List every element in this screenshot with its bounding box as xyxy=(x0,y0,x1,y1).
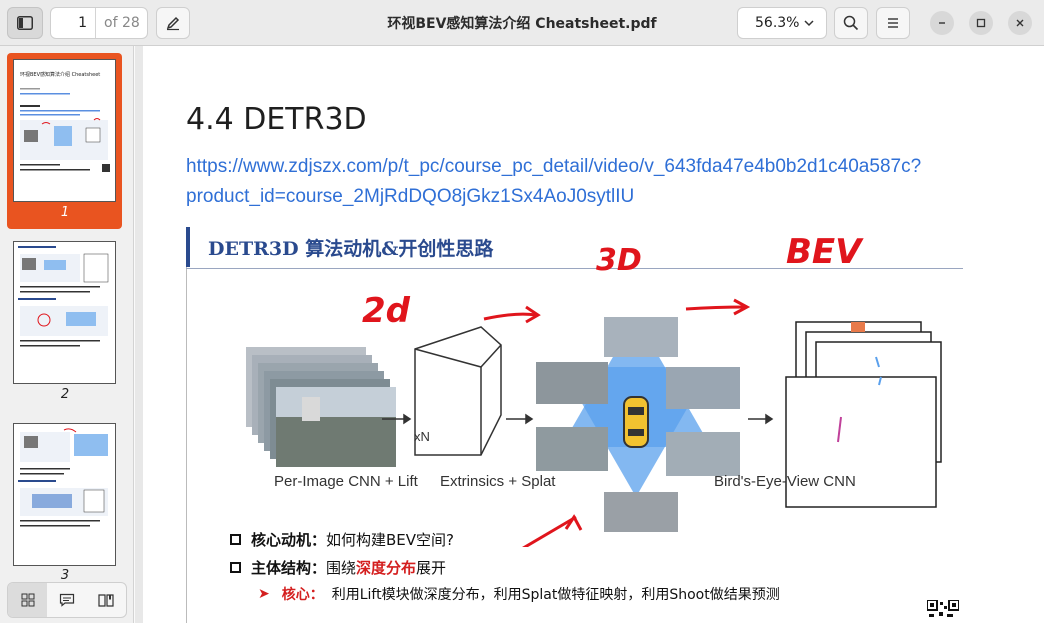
bullet-label: 核心动机： xyxy=(251,531,327,549)
page-thumbnail-1[interactable]: 环视BEV感知算法介绍 Cheatsheet xyxy=(13,59,116,202)
caption-bev-cnn: Bird's-Eye-View CNN xyxy=(714,473,856,490)
bullet-text: 如何构建BEV空间? xyxy=(326,531,455,549)
close-button[interactable] xyxy=(1008,11,1032,35)
chevron-down-icon xyxy=(804,20,814,27)
architecture-diagram xyxy=(246,298,942,547)
handwritten-3d: 3D xyxy=(596,243,642,278)
slide-title: DETR3D 算法动机&开创性思路 xyxy=(208,238,494,260)
thumbnail-number-3: 3 xyxy=(60,568,70,583)
bullet-highlight: 深度分布 xyxy=(356,559,417,577)
thumbnails-view-button[interactable] xyxy=(8,583,48,617)
document-page: 4.4 DETR3D https://www.zdjszx.com/p/t_pc… xyxy=(143,46,1044,623)
close-icon xyxy=(1016,19,1024,27)
handwritten-2d: 2d xyxy=(362,291,410,331)
car-icon xyxy=(623,396,649,448)
bullet-label: 核心： xyxy=(281,587,324,603)
thumbnail-preview xyxy=(18,246,109,347)
input-image-stack xyxy=(246,347,396,467)
thumbnail-title: 环视BEV感知算法介绍 Cheatsheet xyxy=(20,71,100,78)
page-thumbnail-3[interactable] xyxy=(13,423,116,566)
zoom-select[interactable]: 56.3% xyxy=(737,7,827,39)
bev-highlight xyxy=(851,322,865,332)
header-bar: 1 of 28 环视BEV感知算法介绍 Cheatsheet.pdf 56.3% xyxy=(0,0,1044,46)
page-count: of 28 xyxy=(104,15,140,31)
sidebar-toggle-button[interactable] xyxy=(7,7,43,39)
bullet-core: ➤ 核心： 利用Lift模块做深度分布，利用Splat做特征映射，利用Shoot… xyxy=(258,584,780,604)
checkbox-icon xyxy=(230,534,241,545)
section-heading: 4.4 DETR3D xyxy=(186,102,367,137)
minimize-icon xyxy=(939,22,945,24)
current-page[interactable]: 1 xyxy=(51,15,95,31)
annotations-view-button[interactable] xyxy=(47,583,86,617)
search-icon xyxy=(843,15,859,31)
page-thumbnail-2[interactable] xyxy=(13,241,116,384)
hamburger-icon xyxy=(888,18,898,28)
bullet-text-after: 展开 xyxy=(416,559,447,577)
embedded-slide: DETR3D 算法动机&开创性思路 2d 3D BEV xN Per-Image… xyxy=(186,227,963,623)
sidebar-icon xyxy=(17,16,33,30)
sidebar-view-switcher xyxy=(7,582,127,618)
thumbnail-preview xyxy=(18,428,108,527)
grid-icon xyxy=(21,593,35,607)
zoom-value: 56.3% xyxy=(755,15,800,31)
qr-code-icon xyxy=(927,600,959,617)
pen-icon xyxy=(166,16,180,31)
search-button[interactable] xyxy=(834,7,868,39)
annotate-button[interactable] xyxy=(156,7,190,39)
bullet-motivation: 核心动机： 如何构建BEV空间? xyxy=(230,529,454,550)
caption-extrinsics-splat: Extrinsics + Splat xyxy=(440,473,556,490)
menu-button[interactable] xyxy=(876,7,910,39)
maximize-button[interactable] xyxy=(969,11,993,35)
slide-title-bar xyxy=(186,227,190,267)
document-title: 环视BEV感知算法介绍 Cheatsheet.pdf xyxy=(387,16,657,32)
sidebar-divider[interactable] xyxy=(135,46,143,623)
caption-per-image-cnn: Per-Image CNN + Lift xyxy=(274,473,418,490)
course-link[interactable]: https://www.zdjszx.com/p/t_pc/course_pc_… xyxy=(186,152,976,212)
book-icon xyxy=(98,594,114,607)
handwritten-bev: BEV xyxy=(786,232,862,272)
bookmarks-view-button[interactable] xyxy=(87,583,126,617)
thumbnail-sidebar: 环视BEV感知算法介绍 Cheatsheet 1 2 3 xyxy=(0,46,134,623)
xn-label: xN xyxy=(414,429,430,444)
bullet-label: 主体结构： xyxy=(251,559,327,577)
checkbox-icon xyxy=(230,562,241,573)
bullet-text: 围绕 xyxy=(326,559,357,577)
minimize-button[interactable] xyxy=(930,11,954,35)
thumbnail-number-2: 2 xyxy=(60,387,70,402)
thumbnail-number-1: 1 xyxy=(60,205,70,220)
arrow-right-icon: ➤ xyxy=(258,586,270,602)
bullet-text: 利用Lift模块做深度分布，利用Splat做特征映射，利用Shoot做结果预测 xyxy=(331,587,780,603)
page-number-field[interactable]: 1 of 28 xyxy=(50,7,148,39)
maximize-icon xyxy=(976,18,986,28)
thumbnail-preview: 环视BEV感知算法介绍 Cheatsheet xyxy=(20,71,110,172)
bullet-structure: 主体结构： 围绕 深度分布 展开 xyxy=(230,557,446,578)
comment-icon xyxy=(59,593,75,607)
